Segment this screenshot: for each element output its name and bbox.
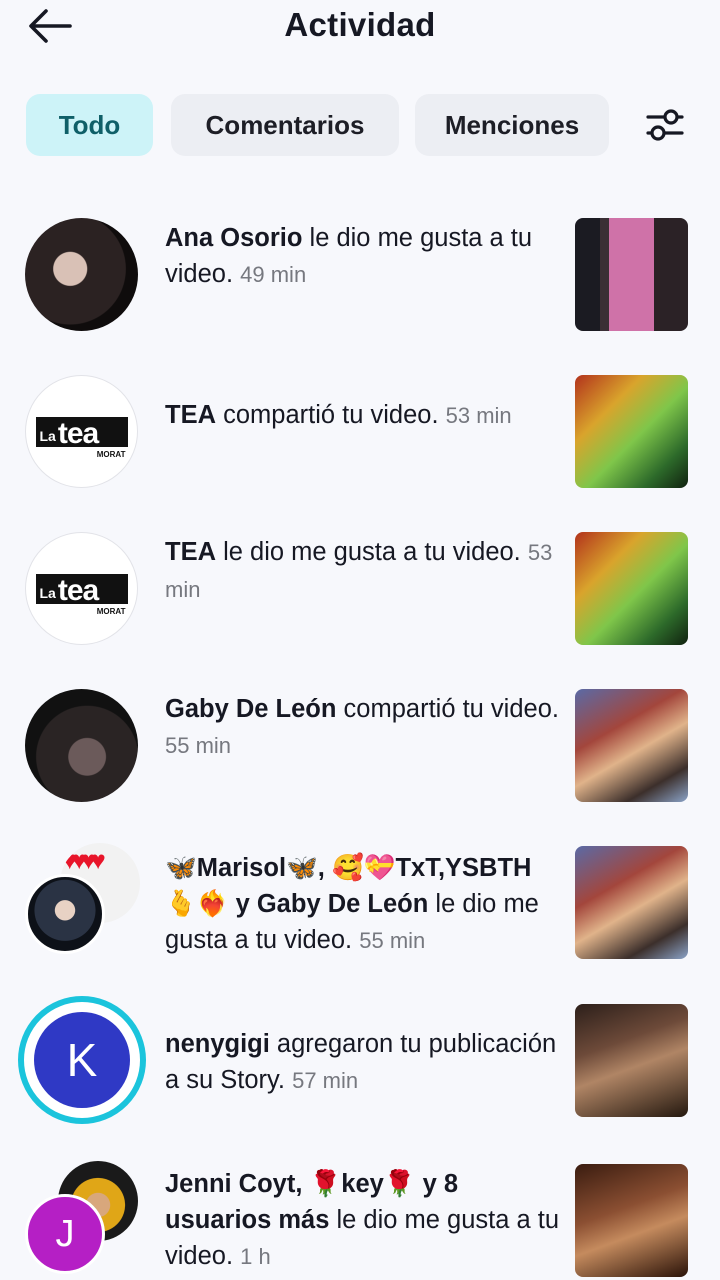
list-item[interactable]: La tea MORAT TEA compartió tu video. 53 … xyxy=(0,357,720,497)
list-item[interactable]: Gaby De León compartió tu video. 55 min xyxy=(0,671,720,811)
list-item[interactable]: K nenygigi agregaron tu publicación a su… xyxy=(0,996,720,1136)
activity-action: le dio me gusta a tu video. xyxy=(216,538,521,566)
timestamp: 55 min xyxy=(359,928,426,953)
sliders-icon xyxy=(646,109,684,141)
avatar[interactable]: La tea MORAT xyxy=(25,375,138,488)
avatar[interactable] xyxy=(25,874,105,954)
activity-text: Jenni Coyt, 🌹key🌹 y 8 usuarios más le di… xyxy=(165,1166,560,1275)
timestamp: 55 min xyxy=(165,733,232,758)
video-thumbnail[interactable] xyxy=(575,218,688,331)
user-name[interactable]: TEA xyxy=(165,401,216,429)
activity-text: TEA compartió tu video. 53 min xyxy=(165,397,560,434)
video-thumbnail[interactable] xyxy=(575,846,688,959)
timestamp: 53 min xyxy=(445,403,512,428)
user-name[interactable]: Ana Osorio xyxy=(165,224,302,252)
avatar: K xyxy=(34,1012,130,1108)
header: Actividad xyxy=(0,0,720,56)
tab-menciones[interactable]: Menciones xyxy=(415,94,609,156)
user-name[interactable]: nenygigi xyxy=(165,1030,270,1058)
user-name[interactable]: TEA xyxy=(165,538,216,566)
activity-text: nenygigi agregaron tu publicación a su S… xyxy=(165,1026,560,1099)
hearts-decoration: ♥♥♥♥ xyxy=(62,845,106,875)
tea-logo: La tea MORAT xyxy=(35,573,128,616)
avatar[interactable]: La tea MORAT xyxy=(25,532,138,645)
filter-button[interactable] xyxy=(640,100,690,150)
avatar[interactable] xyxy=(25,689,138,802)
tea-logo: La tea MORAT xyxy=(35,416,128,459)
activity-action: compartió tu video. xyxy=(336,695,559,723)
tab-todo[interactable]: Todo xyxy=(26,94,153,156)
activity-text: 🦋Marisol🦋, 🥰💝TxT,YSBTH🫰❤️‍🔥 y Gaby De Le… xyxy=(165,850,560,959)
user-name[interactable]: Gaby De León xyxy=(165,695,336,723)
avatar[interactable] xyxy=(25,218,138,331)
activity-text: Ana Osorio le dio me gusta a tu video. 4… xyxy=(165,220,560,293)
list-item[interactable]: J Jenni Coyt, 🌹key🌹 y 8 usuarios más le … xyxy=(0,1156,720,1280)
activity-action: compartió tu video. xyxy=(216,401,439,429)
story-avatar[interactable]: K xyxy=(18,996,146,1124)
video-thumbnail[interactable] xyxy=(575,689,688,802)
timestamp: 1 h xyxy=(240,1244,271,1269)
list-item[interactable]: ♥♥♥♥ 🦋Marisol🦋, 🥰💝TxT,YSBTH🫰❤️‍🔥 y Gaby … xyxy=(0,828,720,968)
activity-text: Gaby De León compartió tu video. 55 min xyxy=(165,691,560,764)
tab-comentarios[interactable]: Comentarios xyxy=(171,94,399,156)
activity-text: TEA le dio me gusta a tu video. 53 min xyxy=(165,534,560,608)
timestamp: 49 min xyxy=(240,262,307,287)
filter-tabs: Todo Comentarios Menciones xyxy=(26,94,720,156)
page-title: Actividad xyxy=(284,6,436,43)
video-thumbnail[interactable] xyxy=(575,1164,688,1277)
list-item[interactable]: La tea MORAT TEA le dio me gusta a tu vi… xyxy=(0,514,720,654)
video-thumbnail[interactable] xyxy=(575,375,688,488)
timestamp: 57 min xyxy=(292,1068,359,1093)
list-item[interactable]: Ana Osorio le dio me gusta a tu video. 4… xyxy=(0,200,720,340)
video-thumbnail[interactable] xyxy=(575,1004,688,1117)
avatar[interactable]: J xyxy=(25,1194,105,1274)
video-thumbnail[interactable] xyxy=(575,532,688,645)
